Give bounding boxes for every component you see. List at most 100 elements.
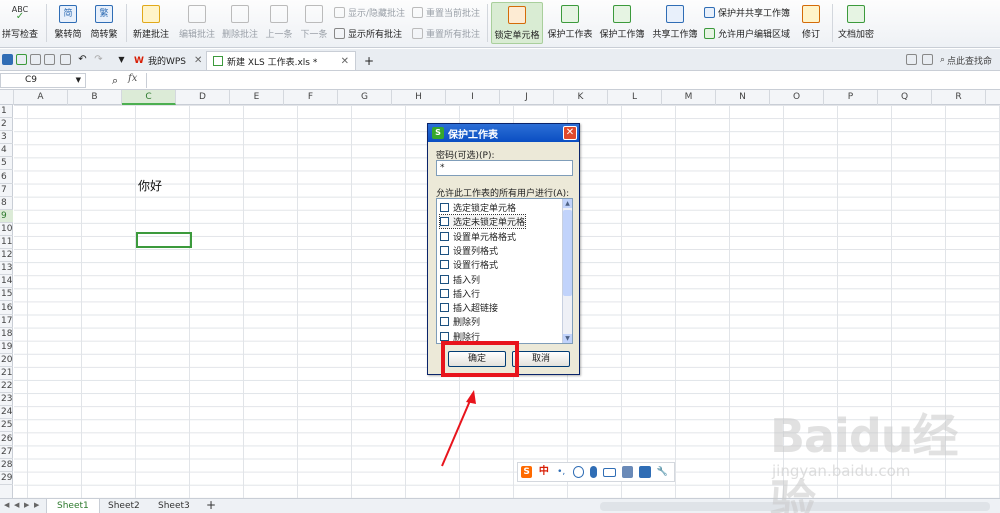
permission-item[interactable]: 插入列 xyxy=(440,273,480,286)
row-header[interactable]: 23 xyxy=(0,393,13,407)
row-header[interactable]: 22 xyxy=(0,380,13,394)
dialog-close-button[interactable]: ✕ xyxy=(563,126,577,140)
column-header[interactable]: P xyxy=(824,90,878,105)
protect-workbook-button[interactable]: 保护工作簿 xyxy=(597,2,647,44)
column-header[interactable]: F xyxy=(284,90,338,105)
scroll-thumb[interactable] xyxy=(563,210,572,296)
scroll-up-icon[interactable]: ▲ xyxy=(563,199,572,208)
tab-document[interactable]: 新建 XLS 工作表.xls * ✕ xyxy=(206,51,356,70)
permission-checkbox[interactable] xyxy=(440,245,449,255)
row-header[interactable]: 2 xyxy=(0,118,13,132)
column-header[interactable]: B xyxy=(68,90,122,105)
share-workbook-button[interactable]: 共享工作簿 xyxy=(650,2,700,44)
lock-cell-button[interactable]: 锁定单元格 xyxy=(491,2,543,44)
row-header[interactable]: 4 xyxy=(0,144,13,158)
row-header[interactable]: 14 xyxy=(0,275,13,289)
select-all-corner[interactable] xyxy=(0,90,14,105)
permission-checkbox[interactable] xyxy=(440,317,449,327)
trad-to-simp-button[interactable]: 简 繁转简 xyxy=(53,2,83,44)
new-comment-button[interactable]: 新建批注 xyxy=(130,2,172,44)
doc-encrypt-button[interactable]: 文档加密 xyxy=(836,2,876,44)
sheet-tab-2[interactable]: Sheet2 xyxy=(98,499,150,513)
permission-item[interactable]: 选定未锁定单元格 xyxy=(438,214,527,230)
emoji-icon[interactable] xyxy=(572,466,585,478)
row-header[interactable]: 17 xyxy=(0,315,13,328)
column-header[interactable]: M xyxy=(662,90,716,105)
row-header[interactable]: 10 xyxy=(0,223,13,236)
row-header[interactable]: 15 xyxy=(0,288,13,302)
name-box[interactable]: C9 ▼ xyxy=(0,73,86,88)
column-header[interactable]: R xyxy=(932,90,986,105)
permission-item[interactable]: 选定锁定单元格 xyxy=(440,201,516,214)
permission-checkbox[interactable] xyxy=(440,303,449,313)
scroll-down-icon[interactable]: ▼ xyxy=(563,334,572,343)
fx-icon[interactable]: fx xyxy=(128,73,137,84)
row-header[interactable]: 19 xyxy=(0,341,13,354)
formula-input[interactable] xyxy=(146,73,1000,88)
column-header[interactable]: I xyxy=(446,90,500,105)
permission-checkbox[interactable] xyxy=(440,231,449,241)
row-header[interactable]: 5 xyxy=(0,157,13,171)
sheet-nav-first-icon[interactable]: ◀ xyxy=(4,501,9,509)
print-preview-icon[interactable] xyxy=(44,54,55,65)
row-header[interactable]: 21 xyxy=(0,367,13,381)
show-all-comments-button[interactable]: 显示所有批注 xyxy=(334,26,402,41)
tab-my-wps[interactable]: W 我的WPS ✕ xyxy=(128,51,208,70)
sheet-nav-prev-icon[interactable]: ◀ xyxy=(14,501,19,509)
permission-checkbox[interactable] xyxy=(440,331,449,341)
sheet-nav-last-icon[interactable]: ▶ xyxy=(34,501,39,509)
revise-button[interactable]: 修订 xyxy=(796,2,826,44)
close-icon[interactable]: ✕ xyxy=(194,55,202,66)
column-header[interactable]: D xyxy=(176,90,230,105)
permission-checkbox[interactable] xyxy=(440,217,449,227)
protect-shared-workbook-button[interactable]: 保护并共享工作簿 xyxy=(704,5,790,20)
sheet-nav-next-icon[interactable]: ▶ xyxy=(24,501,29,509)
row-header[interactable]: 13 xyxy=(0,262,13,276)
cancel-button[interactable]: 取消 xyxy=(512,351,570,367)
reset-current-comment-button[interactable]: 重置当前批注 xyxy=(412,5,480,20)
settings-icon[interactable] xyxy=(922,54,933,65)
edit-comment-button[interactable]: 编辑批注 xyxy=(176,2,218,44)
row-header[interactable]: 6 xyxy=(0,171,13,184)
permission-checkbox[interactable] xyxy=(440,274,449,284)
column-header[interactable]: K xyxy=(554,90,608,105)
permission-item[interactable]: 删除列 xyxy=(440,315,480,328)
allow-user-edit-ranges-button[interactable]: 允许用户编辑区域 xyxy=(704,26,790,41)
ime-mode-label[interactable]: 中 xyxy=(538,466,549,478)
sheet-tab-3[interactable]: Sheet3 xyxy=(148,499,200,513)
new-tab-button[interactable]: + xyxy=(358,51,380,70)
permission-checkbox[interactable] xyxy=(440,260,449,270)
copy-icon[interactable] xyxy=(60,54,71,65)
row-header[interactable]: 27 xyxy=(0,446,13,459)
permission-item[interactable]: 设置单元格格式 xyxy=(440,230,516,243)
row-header[interactable]: 9 xyxy=(0,209,13,223)
spell-check-button[interactable]: ABC ✓ 拼写检查 xyxy=(0,2,42,44)
column-header[interactable]: O xyxy=(770,90,824,105)
row-header[interactable]: 3 xyxy=(0,131,13,145)
active-cell-c9[interactable] xyxy=(136,232,192,248)
column-header[interactable]: A xyxy=(14,90,68,105)
undo-icon[interactable]: ↶ xyxy=(77,54,88,65)
sheet-tab-1[interactable]: Sheet1 xyxy=(46,499,100,513)
row-header[interactable]: 24 xyxy=(0,406,13,420)
save-icon[interactable] xyxy=(16,54,27,65)
protect-sheet-button[interactable]: 保护工作表 xyxy=(545,2,595,44)
column-header[interactable]: E xyxy=(230,90,284,105)
sogou-logo-icon[interactable]: S xyxy=(521,466,533,478)
column-header[interactable]: G xyxy=(338,90,392,105)
keyboard-icon[interactable] xyxy=(602,467,617,477)
zoom-icon[interactable]: ⌕ xyxy=(112,74,118,88)
row-header[interactable]: 11 xyxy=(0,236,13,250)
password-input[interactable]: * xyxy=(436,160,573,176)
search-box[interactable]: ⌕ 点此查找命 xyxy=(940,52,1000,68)
prev-comment-button[interactable]: 上一条 xyxy=(263,2,295,44)
column-header[interactable]: N xyxy=(716,90,770,105)
dialog-title-bar[interactable]: S 保护工作表 ✕ xyxy=(428,124,579,142)
add-sheet-button[interactable]: + xyxy=(196,499,226,513)
redo-icon[interactable]: ↷ xyxy=(93,54,104,65)
next-comment-button[interactable]: 下一条 xyxy=(298,2,330,44)
microphone-icon[interactable] xyxy=(590,466,597,478)
delete-comment-button[interactable]: 删除批注 xyxy=(219,2,261,44)
reset-all-comments-button[interactable]: 重置所有批注 xyxy=(412,26,480,41)
user-icon[interactable] xyxy=(622,466,634,478)
